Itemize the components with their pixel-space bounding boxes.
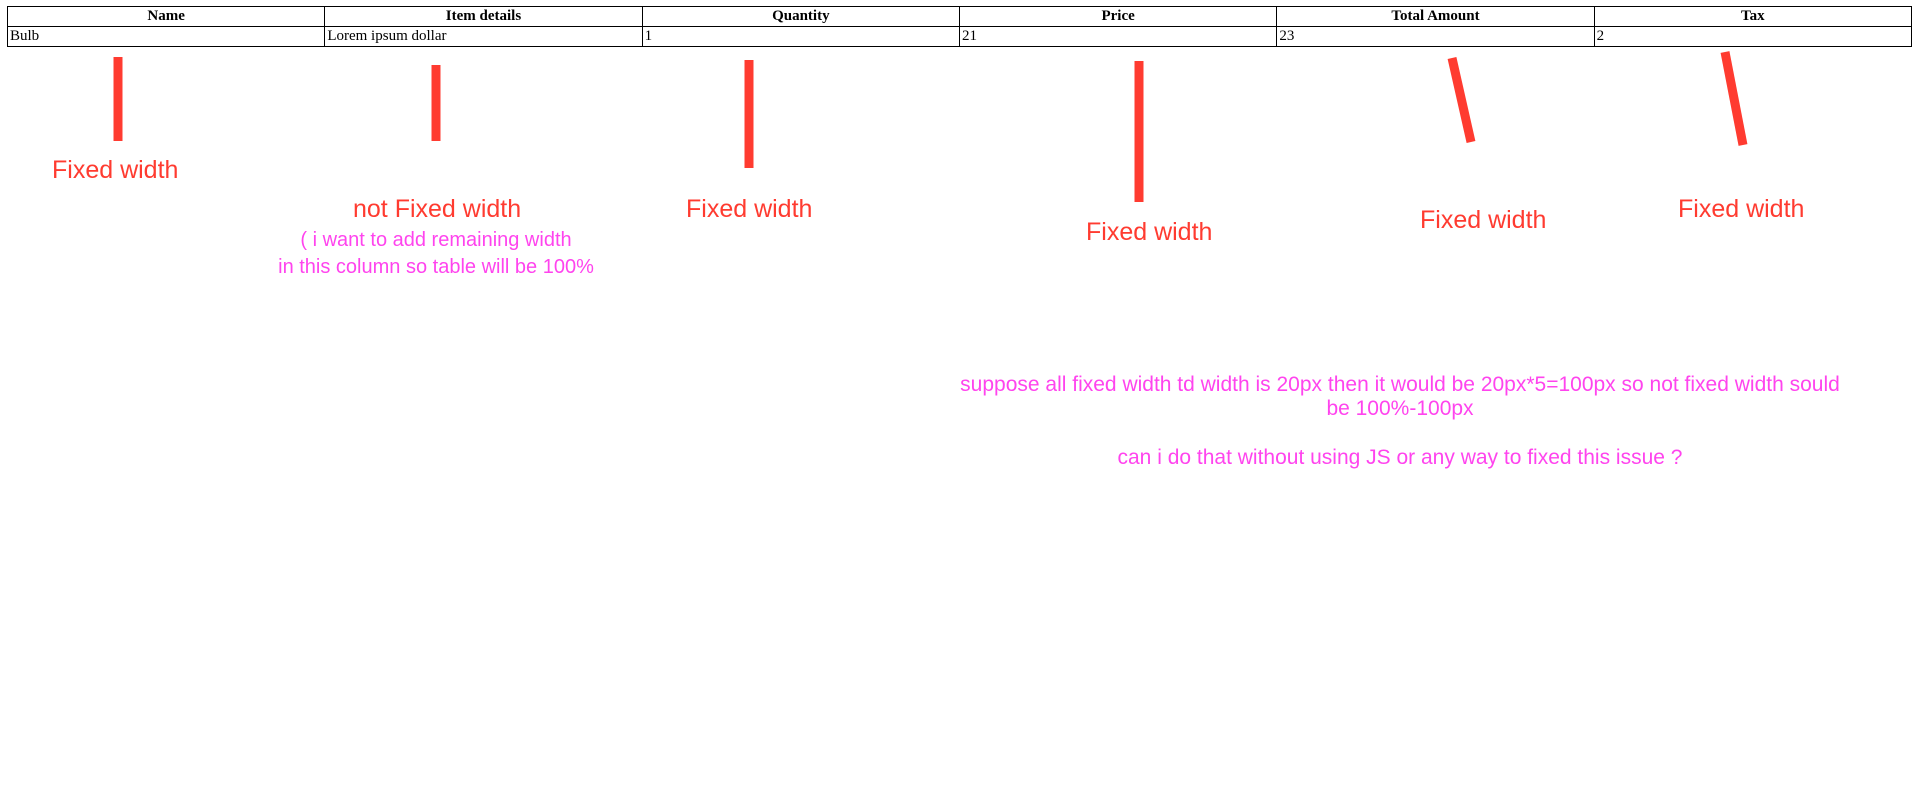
note-question: can i do that without using JS or any wa… [1117,446,1683,469]
note-explanation: suppose all fixed width td width is 20px… [960,373,1840,420]
note-fixed-width-price: Fixed width [1086,218,1213,246]
item-table: Name Item details Quantity Price Total A… [6,6,1913,47]
note-fixed-width-total-amount: Fixed width [1420,206,1547,234]
note-item-details-line1: ( i want to add remaining width [300,229,572,251]
pointer-stroke-tax [1720,51,1748,146]
table-container: Name Item details Quantity Price Total A… [6,6,1913,47]
note-not-fixed-width-item-details: not Fixed width [353,195,522,223]
cell-price: 21 [958,26,1278,47]
column-header-tax[interactable]: Tax [1593,6,1913,27]
pointer-stroke-total-amount [1447,57,1476,143]
table-header: Name Item details Quantity Price Total A… [6,6,1913,27]
cell-item-details: Lorem ipsum dollar [324,26,643,47]
table-header-row: Name Item details Quantity Price Total A… [6,6,1913,27]
annotation-layer: Fixed width not Fixed width ( i want to … [0,0,1920,805]
cell-quantity: 1 [641,26,960,47]
note-fixed-width-name: Fixed width [52,156,179,184]
column-header-quantity[interactable]: Quantity [641,6,960,27]
table-row[interactable]: Bulb Lorem ipsum dollar 1 21 23 2 [6,26,1913,47]
note-fixed-width-quantity: Fixed width [686,195,813,223]
column-header-total-amount[interactable]: Total Amount [1276,6,1595,27]
column-header-item-details[interactable]: Item details [324,6,643,27]
cell-total-amount: 23 [1276,26,1595,47]
note-fixed-width-tax: Fixed width [1678,195,1805,223]
table-body: Bulb Lorem ipsum dollar 1 21 23 2 [6,26,1913,47]
annotation-strokes [113,51,1748,202]
column-header-name[interactable]: Name [6,6,326,27]
column-header-price[interactable]: Price [958,6,1278,27]
cell-tax: 2 [1593,26,1913,47]
cell-name: Bulb [6,26,326,47]
note-item-details-line2: in this column so table will be 100% [278,256,594,278]
